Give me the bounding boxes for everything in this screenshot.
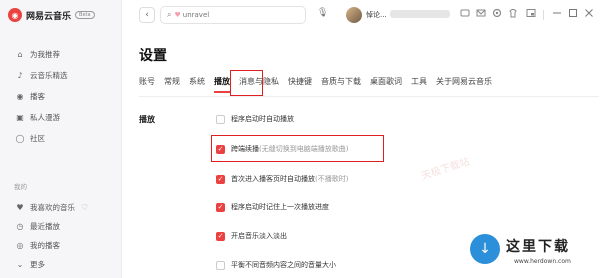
clock-icon: ◷ bbox=[16, 222, 24, 231]
settings-gear-icon[interactable] bbox=[492, 8, 502, 18]
chevron-left-icon: ‹ bbox=[145, 10, 149, 20]
music-note-icon: ♪ bbox=[17, 71, 23, 80]
checkbox-checked[interactable]: ✓ bbox=[216, 231, 225, 241]
sidebar-item-liked-music[interactable]: ♥ 我喜欢的音乐 ♡ bbox=[0, 198, 122, 217]
community-icon: ◯ bbox=[15, 134, 25, 143]
option-label: 平衡不同音频内容之间的音量大小 bbox=[231, 261, 336, 269]
brand-url: www.herdown.com bbox=[514, 258, 571, 265]
option-autoplay-on-start[interactable]: 程序启动时自动播放 bbox=[216, 114, 294, 124]
sidebar-item-label: 最近播放 bbox=[30, 222, 60, 231]
site-watermark-logo: ↓ 这里下载 www.herdown.com bbox=[470, 232, 600, 278]
skin-icon[interactable] bbox=[508, 8, 518, 18]
back-button[interactable]: ‹ bbox=[139, 7, 155, 23]
option-podcast-autoplay[interactable]: ✓ 首次进入播客页时自动播放 (不播歌时) bbox=[216, 174, 348, 184]
mine-nav: ♥ 我喜欢的音乐 ♡ ◷ 最近播放 ◎ 我的播客 ⌄ 更多 bbox=[0, 198, 122, 274]
radio-icon: ▣ bbox=[16, 113, 24, 122]
tab-playback[interactable]: 播放 bbox=[214, 76, 230, 93]
settings-tabs: 账号 常规 系统 播放 消息与隐私 快捷键 音质与下载 桌面歌词 工具 关于网易… bbox=[139, 76, 501, 93]
minimize-icon[interactable] bbox=[552, 8, 562, 18]
tab-shortcuts[interactable]: 快捷键 bbox=[288, 76, 312, 90]
option-label: 程序启动时记住上一次播放进度 bbox=[231, 203, 329, 211]
sidebar-item-community[interactable]: ◯ 社区 bbox=[0, 128, 122, 149]
sidebar-item-label: 播客 bbox=[30, 92, 45, 101]
app-logo[interactable]: ◉ 网易云音乐 Beta bbox=[8, 8, 95, 22]
sidebar-item-label: 我的播客 bbox=[30, 241, 60, 250]
tab-about[interactable]: 关于网易云音乐 bbox=[436, 76, 492, 90]
option-label: 首次进入播客页时自动播放 bbox=[231, 175, 315, 183]
mini-mode-icon[interactable] bbox=[526, 8, 536, 18]
search-icon: ⌕ bbox=[167, 10, 172, 19]
tab-tools[interactable]: 工具 bbox=[411, 76, 427, 90]
option-note: (不播歌时) bbox=[315, 175, 349, 183]
section-label-playback: 播放 bbox=[139, 115, 155, 124]
highlight-box-option bbox=[211, 135, 384, 162]
option-label: 程序启动时自动播放 bbox=[231, 115, 294, 123]
sidebar-item-label: 更多 bbox=[30, 260, 45, 269]
home-icon: ⌂ bbox=[17, 50, 23, 59]
podcast-icon: ◉ bbox=[16, 92, 24, 101]
avatar[interactable] bbox=[346, 7, 362, 23]
sidebar-item-recommend[interactable]: ⌂ 为我推荐 bbox=[0, 44, 122, 65]
heart-mode-icon[interactable]: ♡ bbox=[81, 203, 88, 212]
heart-icon: ♥ bbox=[16, 203, 24, 212]
page-title: 设置 bbox=[139, 48, 167, 64]
tab-quality-download[interactable]: 音质与下载 bbox=[321, 76, 361, 90]
chevron-down-icon: ⌄ bbox=[16, 260, 24, 269]
tabs-divider bbox=[139, 96, 599, 97]
sidebar-item-featured[interactable]: ♪ 云音乐精选 bbox=[0, 65, 122, 86]
microphone-icon[interactable]: 🎙 bbox=[317, 8, 328, 18]
beta-badge: Beta bbox=[75, 11, 95, 19]
checkbox-unchecked[interactable] bbox=[216, 260, 225, 270]
tab-system[interactable]: 系统 bbox=[189, 76, 205, 90]
sidebar-item-more[interactable]: ⌄ 更多 bbox=[0, 255, 122, 274]
mail-icon[interactable] bbox=[476, 8, 486, 18]
checkbox-unchecked[interactable] bbox=[216, 114, 225, 124]
option-remember-progress[interactable]: ✓ 程序启动时记住上一次播放进度 bbox=[216, 202, 329, 212]
checkbox-checked[interactable]: ✓ bbox=[216, 202, 225, 212]
sidebar-item-label: 为我推荐 bbox=[30, 50, 60, 59]
search-input[interactable] bbox=[182, 11, 283, 19]
checkbox-checked[interactable]: ✓ bbox=[216, 174, 225, 184]
download-logo-icon: ↓ bbox=[470, 234, 500, 264]
sidebar-item-private-roam[interactable]: ▣ 私人漫游 bbox=[0, 107, 122, 128]
close-icon[interactable] bbox=[584, 8, 594, 18]
mine-section-title: 我的 bbox=[14, 183, 27, 191]
sidebar-item-recent[interactable]: ◷ 最近播放 bbox=[0, 217, 122, 236]
option-fade-in-out[interactable]: ✓ 开启音乐淡入淡出 bbox=[216, 231, 287, 241]
main-nav: ⌂ 为我推荐 ♪ 云音乐精选 ◉ 播客 ▣ 私人漫游 ◯ 社区 bbox=[0, 44, 122, 149]
sidebar: ◉ 网易云音乐 Beta ⌂ 为我推荐 ♪ 云音乐精选 ◉ 播客 ▣ 私人漫游 … bbox=[0, 0, 122, 278]
option-label: 开启音乐淡入淡出 bbox=[231, 232, 287, 240]
highlight-box-tab bbox=[230, 70, 263, 96]
sidebar-item-label: 私人漫游 bbox=[30, 113, 60, 122]
podcast-icon: ◎ bbox=[16, 241, 24, 250]
netease-logo-icon: ◉ bbox=[8, 8, 22, 22]
app-name: 网易云音乐 bbox=[26, 11, 72, 22]
sidebar-item-podcast[interactable]: ◉ 播客 bbox=[0, 86, 122, 107]
brand-name: 这里下载 bbox=[506, 239, 570, 255]
sidebar-item-label: 云音乐精选 bbox=[30, 71, 68, 80]
heart-icon: ♥ bbox=[174, 11, 181, 19]
divider bbox=[543, 10, 544, 20]
sidebar-item-label: 社区 bbox=[30, 134, 45, 143]
tab-account[interactable]: 账号 bbox=[139, 76, 155, 90]
top-bar: ‹ ⌕ ♥ 🎙 悼论... bbox=[122, 0, 600, 30]
sidebar-item-my-podcast[interactable]: ◎ 我的播客 bbox=[0, 236, 122, 255]
tab-general[interactable]: 常规 bbox=[164, 76, 180, 90]
search-box[interactable]: ⌕ ♥ bbox=[160, 6, 306, 24]
vip-icon[interactable] bbox=[460, 8, 470, 18]
tab-desktop-lyrics[interactable]: 桌面歌词 bbox=[370, 76, 402, 90]
redacted-user-info bbox=[390, 10, 450, 18]
option-volume-balance[interactable]: 平衡不同音频内容之间的音量大小 bbox=[216, 260, 336, 270]
username[interactable]: 悼论... bbox=[366, 10, 387, 20]
sidebar-item-label: 我喜欢的音乐 bbox=[30, 203, 75, 212]
maximize-icon[interactable] bbox=[568, 8, 578, 18]
